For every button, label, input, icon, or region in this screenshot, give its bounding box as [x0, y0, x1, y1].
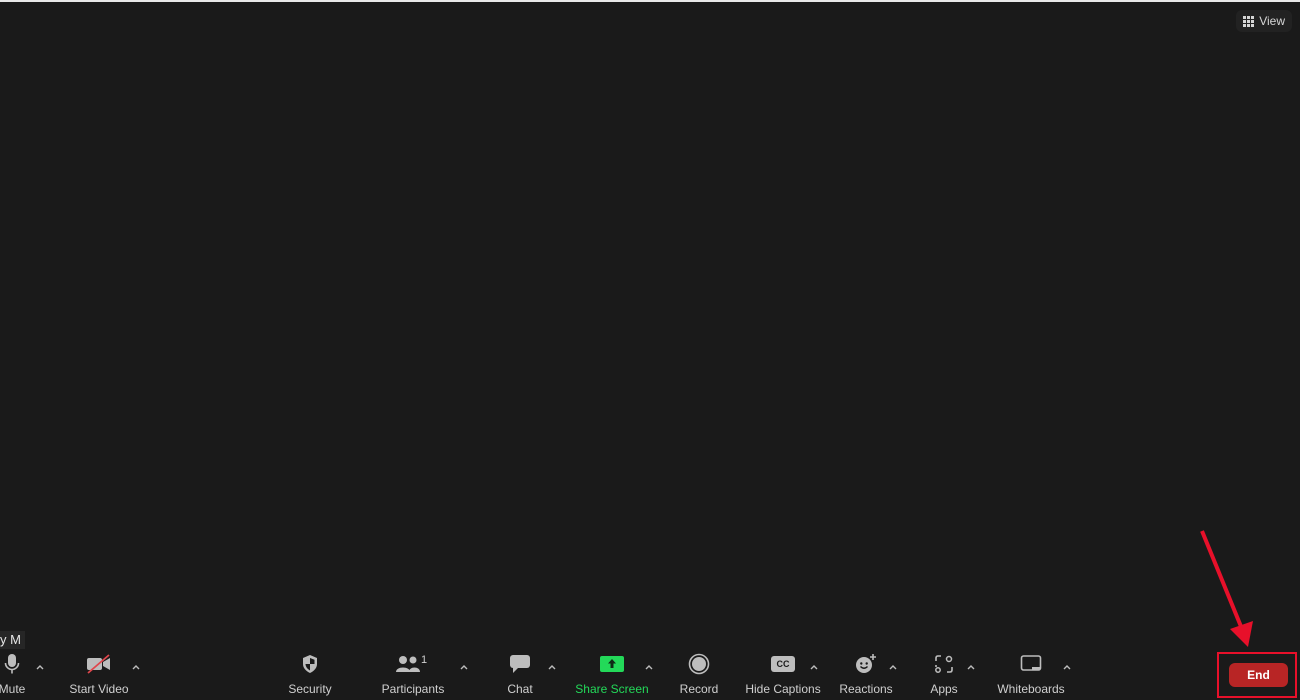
- chevron-up-icon: [889, 665, 897, 670]
- participants-icon: [396, 656, 420, 672]
- video-options-caret[interactable]: [131, 660, 141, 670]
- chat-options-caret[interactable]: [547, 660, 557, 670]
- hide-captions-button[interactable]: CC Hide Captions: [744, 650, 822, 700]
- apps-label: Apps: [930, 682, 958, 696]
- whiteboard-icon: [1020, 655, 1042, 671]
- microphone-icon: [4, 654, 20, 674]
- chat-label: Chat: [507, 682, 533, 696]
- share-screen-icon: [600, 656, 624, 672]
- hide-captions-label: Hide Captions: [745, 682, 821, 696]
- chevron-up-icon: [645, 665, 653, 670]
- audio-options-caret[interactable]: [35, 660, 45, 670]
- start-video-button[interactable]: Start Video: [66, 650, 132, 700]
- captions-options-caret[interactable]: [809, 660, 819, 670]
- participants-label: Participants: [381, 682, 445, 696]
- shield-icon: [303, 655, 317, 673]
- video-off-icon: [87, 654, 110, 674]
- chevron-up-icon: [132, 665, 140, 670]
- whiteboards-button[interactable]: Whiteboards: [996, 650, 1066, 700]
- record-button[interactable]: Record: [678, 650, 720, 700]
- reactions-label: Reactions: [839, 682, 893, 696]
- meeting-video-area: [0, 2, 1300, 700]
- participants-button[interactable]: 1 Participants: [380, 650, 446, 700]
- chevron-up-icon: [460, 665, 468, 670]
- cc-badge-text: CC: [776, 659, 790, 669]
- whiteboards-label: Whiteboards: [997, 682, 1065, 696]
- share-screen-label: Share Screen: [575, 682, 649, 696]
- participants-count: 1: [421, 654, 428, 666]
- mute-label: Mute: [0, 682, 26, 696]
- view-label: View: [1259, 14, 1285, 28]
- grid-icon: [1243, 15, 1255, 27]
- chat-bubble-icon: [510, 655, 530, 673]
- chat-button[interactable]: Chat: [500, 650, 540, 700]
- apps-icon: [935, 655, 953, 673]
- chevron-up-icon: [548, 665, 556, 670]
- chevron-up-icon: [967, 665, 975, 670]
- end-meeting-button[interactable]: End: [1229, 663, 1288, 687]
- record-icon: [688, 653, 710, 675]
- security-button[interactable]: Security: [285, 650, 335, 700]
- chevron-up-icon: [36, 665, 44, 670]
- closed-captions-icon: CC: [771, 656, 795, 672]
- meeting-toolbar: Mute Start Video Security 1 Participants…: [0, 650, 1300, 700]
- apps-options-caret[interactable]: [966, 660, 976, 670]
- reactions-button[interactable]: Reactions: [838, 650, 894, 700]
- annotation-arrow-icon: [1200, 530, 1253, 647]
- participant-name-tag: y M: [0, 631, 25, 649]
- share-options-caret[interactable]: [644, 660, 654, 670]
- reactions-options-caret[interactable]: [888, 660, 898, 670]
- chevron-up-icon: [1063, 665, 1071, 670]
- start-video-label: Start Video: [69, 682, 129, 696]
- emoji-add-icon: [856, 654, 876, 673]
- view-button[interactable]: View: [1236, 10, 1292, 32]
- security-label: Security: [288, 682, 332, 696]
- share-screen-button[interactable]: Share Screen: [574, 650, 650, 700]
- mute-button[interactable]: Mute: [0, 650, 32, 700]
- participants-options-caret[interactable]: [459, 660, 469, 670]
- whiteboards-options-caret[interactable]: [1062, 660, 1072, 670]
- chevron-up-icon: [810, 665, 818, 670]
- apps-button[interactable]: Apps: [925, 650, 963, 700]
- record-label: Record: [679, 682, 719, 696]
